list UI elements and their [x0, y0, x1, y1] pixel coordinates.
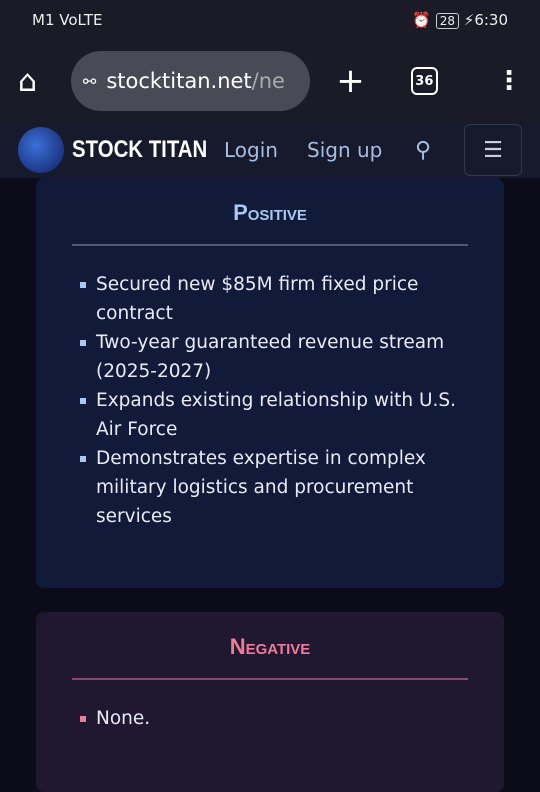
carrier: M1 VoLTE [32, 11, 103, 29]
signup-link[interactable]: Sign up [307, 138, 382, 162]
list-item: Two-year guaranteed revenue stream (2025… [80, 328, 470, 386]
positive-card: Positive Secured new $85M firm fixed pri… [36, 178, 504, 588]
hamburger-menu-icon[interactable]: ☰ [464, 124, 522, 176]
more-menu-icon[interactable]: ⋮ [496, 66, 522, 96]
search-icon[interactable]: ⚲ [415, 138, 431, 163]
tab-switcher-button[interactable]: 36 [410, 67, 438, 95]
brand-name[interactable]: STOCK TITAN [72, 136, 207, 164]
negative-card: Negative None. [36, 612, 504, 792]
divider [72, 244, 468, 246]
address-bar[interactable]: ⚯ stocktitan.net/ne [70, 51, 311, 111]
new-tab-icon[interactable]: + [336, 61, 365, 101]
login-link[interactable]: Login [224, 138, 278, 162]
list-item: None. [80, 704, 470, 733]
home-icon[interactable]: ⌂ [18, 64, 55, 99]
browser-toolbar: ⌂ ⚯ stocktitan.net/ne + 36 ⋮ [0, 40, 540, 122]
list-item: Secured new $85M firm fixed price contra… [80, 270, 470, 328]
clock: 6:30 [474, 11, 508, 29]
site-header: STOCK TITAN Login Sign up ⚲ ☰ [0, 122, 540, 178]
positive-title: Positive [233, 200, 307, 225]
alarm-icon: ⏰ [412, 11, 431, 29]
list-item: Demonstrates expertise in complex milita… [80, 444, 470, 531]
negative-title: Negative [229, 634, 311, 659]
list-item: Expands existing relationship with U.S. … [80, 386, 470, 444]
status-bar: M1 VoLTE ⏰ 28 ⚡6:30 [0, 0, 540, 40]
divider [72, 678, 468, 680]
site-settings-icon[interactable]: ⚯ [83, 72, 96, 91]
logo-icon[interactable] [18, 127, 64, 173]
battery-level: 28 [435, 13, 459, 29]
